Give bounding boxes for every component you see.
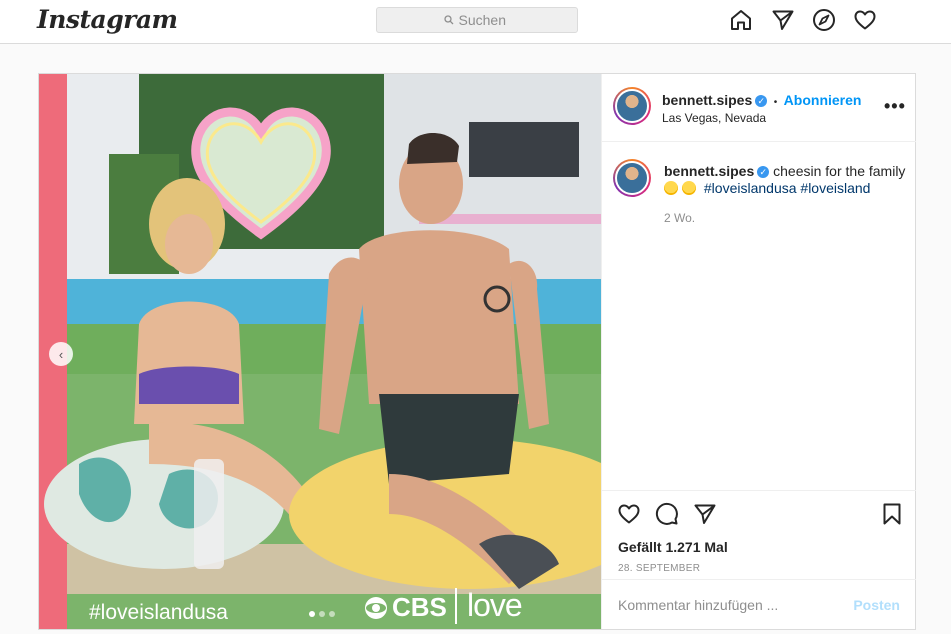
follow-button[interactable]: Abonnieren [784,92,862,108]
share-paper-plane-icon[interactable] [693,502,717,526]
more-options-icon[interactable]: ••• [884,96,906,117]
post-location[interactable]: Las Vegas, Nevada [662,111,766,125]
verified-badge-icon: ✓ [757,166,770,179]
post-sidebar: bennett.sipes ✓ • Abonnieren Las Vegas, N… [601,74,916,629]
post-header-user-line: bennett.sipes ✓ • Abonnieren [662,92,861,110]
likes-count[interactable]: Gefällt 1.271 Mal [618,539,728,555]
carousel-dots [309,611,335,617]
header-separator: • [773,97,778,108]
logo-divider [455,588,457,624]
cbs-logo: CBS [364,592,447,623]
carousel-prev-button[interactable]: ‹ [49,342,73,366]
caption-area: bennett.sipes ✓ cheesin for the family #l… [602,143,916,493]
post-username[interactable]: bennett.sipes [662,92,752,108]
activity-heart-icon[interactable] [853,8,877,32]
carousel-dot [309,611,315,617]
post-date: 28. SEPTEMBER [618,563,701,574]
search-box[interactable] [376,7,578,33]
carousel-dot [329,611,335,617]
explore-icon[interactable] [812,8,836,32]
direct-message-icon[interactable] [771,8,795,32]
show-logo: love island [467,587,546,629]
grinning-face-emoji [664,181,678,195]
cbs-eye-icon [365,596,387,619]
save-bookmark-icon[interactable] [880,502,904,526]
top-navigation-bar: Instagram [0,0,951,44]
post-comment-button[interactable]: Posten [853,597,900,613]
instagram-logo[interactable]: Instagram [37,5,178,34]
caption-username[interactable]: bennett.sipes [664,163,754,179]
caption-avatar[interactable] [613,159,651,197]
post-photo-scene [39,74,601,629]
comment-box: Posten [602,579,916,629]
post-header: bennett.sipes ✓ • Abonnieren Las Vegas, N… [602,74,916,142]
avatar[interactable] [613,87,651,125]
home-icon[interactable] [729,8,753,32]
search-icon [443,15,453,25]
overlay-hashtag: #loveislandusa [89,601,228,624]
hashtag-link[interactable]: #loveisland [800,180,870,196]
comment-bubble-icon[interactable] [655,502,679,526]
post-actions: Gefällt 1.271 Mal 28. SEPTEMBER [602,490,916,578]
carousel-dot [319,611,325,617]
network-logo: CBS [392,592,447,622]
caption: bennett.sipes ✓ cheesin for the family #l… [664,163,909,197]
caption-time-ago: 2 Wo. [664,211,696,225]
post-image[interactable]: ‹ #loveislandusa CBS love island [39,74,601,629]
grinning-face-emoji [682,181,696,195]
hashtag-link[interactable]: #loveislandusa [704,180,797,196]
like-heart-icon[interactable] [617,502,641,526]
caption-text: cheesin for the family [773,163,906,179]
search-input[interactable] [458,12,511,28]
post-card: ‹ #loveislandusa CBS love island bennett… [38,73,916,630]
verified-badge-icon: ✓ [755,94,768,107]
comment-input[interactable] [618,596,854,613]
